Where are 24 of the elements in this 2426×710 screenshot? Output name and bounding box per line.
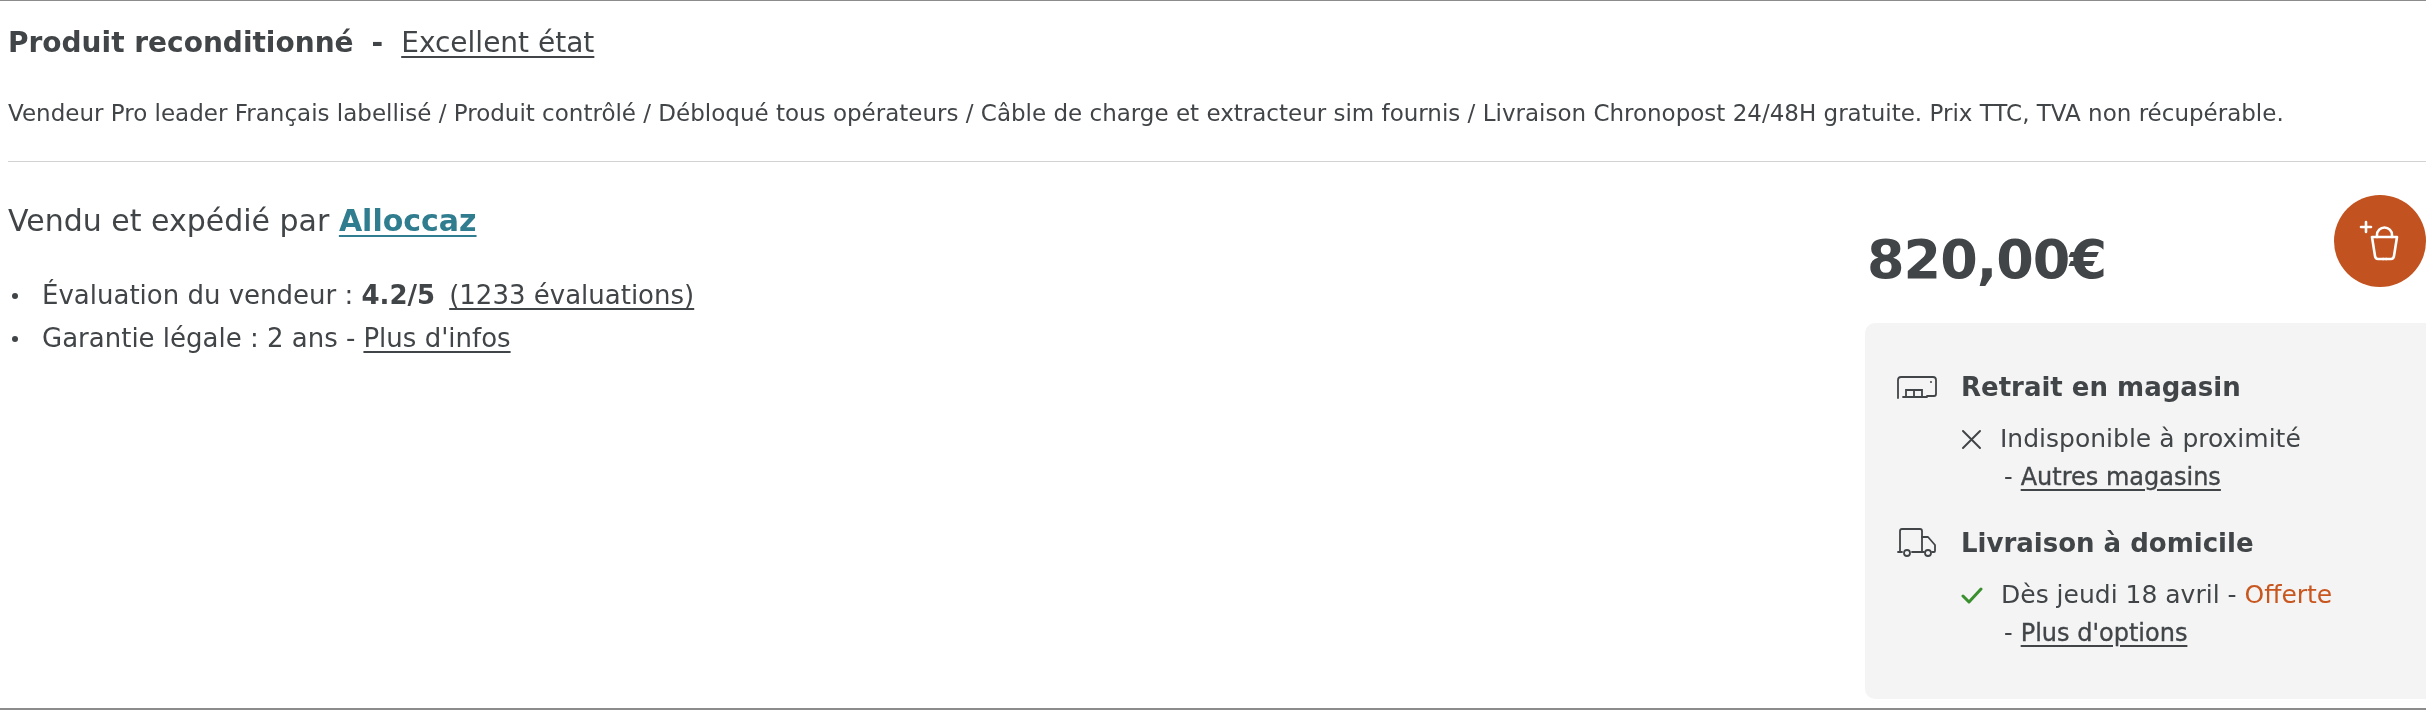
availability-status-text: Dès jeudi 18 avril - Offerte xyxy=(2001,579,2333,611)
truck-icon xyxy=(1897,528,1937,558)
separator-text: - xyxy=(371,25,384,61)
bullet-icon xyxy=(12,335,18,342)
seller-link[interactable]: Alloccaz xyxy=(338,203,477,238)
more-options-link[interactable]: Plus d'options xyxy=(2020,617,2188,649)
seller-text: Vendu et expédié par Alloccaz xyxy=(8,203,477,239)
reviews-link[interactable]: (1233 évaluations) xyxy=(449,280,695,310)
pickup-title: Retrait en magasin xyxy=(1961,371,2241,403)
product-description: Vendeur Pro leader Français labellisé / Produit contrôlé / Débloqué tous opérateurs / Câble de charge et extracteur sim fournis / Livraison Chronopost 24/48H gratuite. Prix TTC, TVA non récupérable. xyxy=(8,99,2284,128)
warranty-text: Garantie légale : 2 ans - Plus d'infos xyxy=(42,322,511,355)
bullet-icon xyxy=(12,292,18,299)
seller-rating-text: Évaluation du vendeur : 4.2/5 (1233 évaluations) xyxy=(42,278,695,312)
separator-text: - xyxy=(2004,618,2013,649)
condition-title: Produit reconditionné xyxy=(8,25,354,61)
other-stores-link[interactable]: Autres magasins xyxy=(2020,461,2221,493)
price-text: 820,00€ xyxy=(1866,228,2106,292)
condition-link[interactable]: Excellent état xyxy=(401,23,595,63)
more-info-link[interactable]: Plus d'infos xyxy=(363,323,511,353)
separator-text: - xyxy=(2004,462,2013,493)
delivery-title: Livraison à domicile xyxy=(1961,527,2254,559)
storefront-icon xyxy=(1897,375,1937,399)
availability-status-text: Indisponible à proximité xyxy=(2000,423,2301,455)
basket-plus-icon xyxy=(2359,220,2401,262)
